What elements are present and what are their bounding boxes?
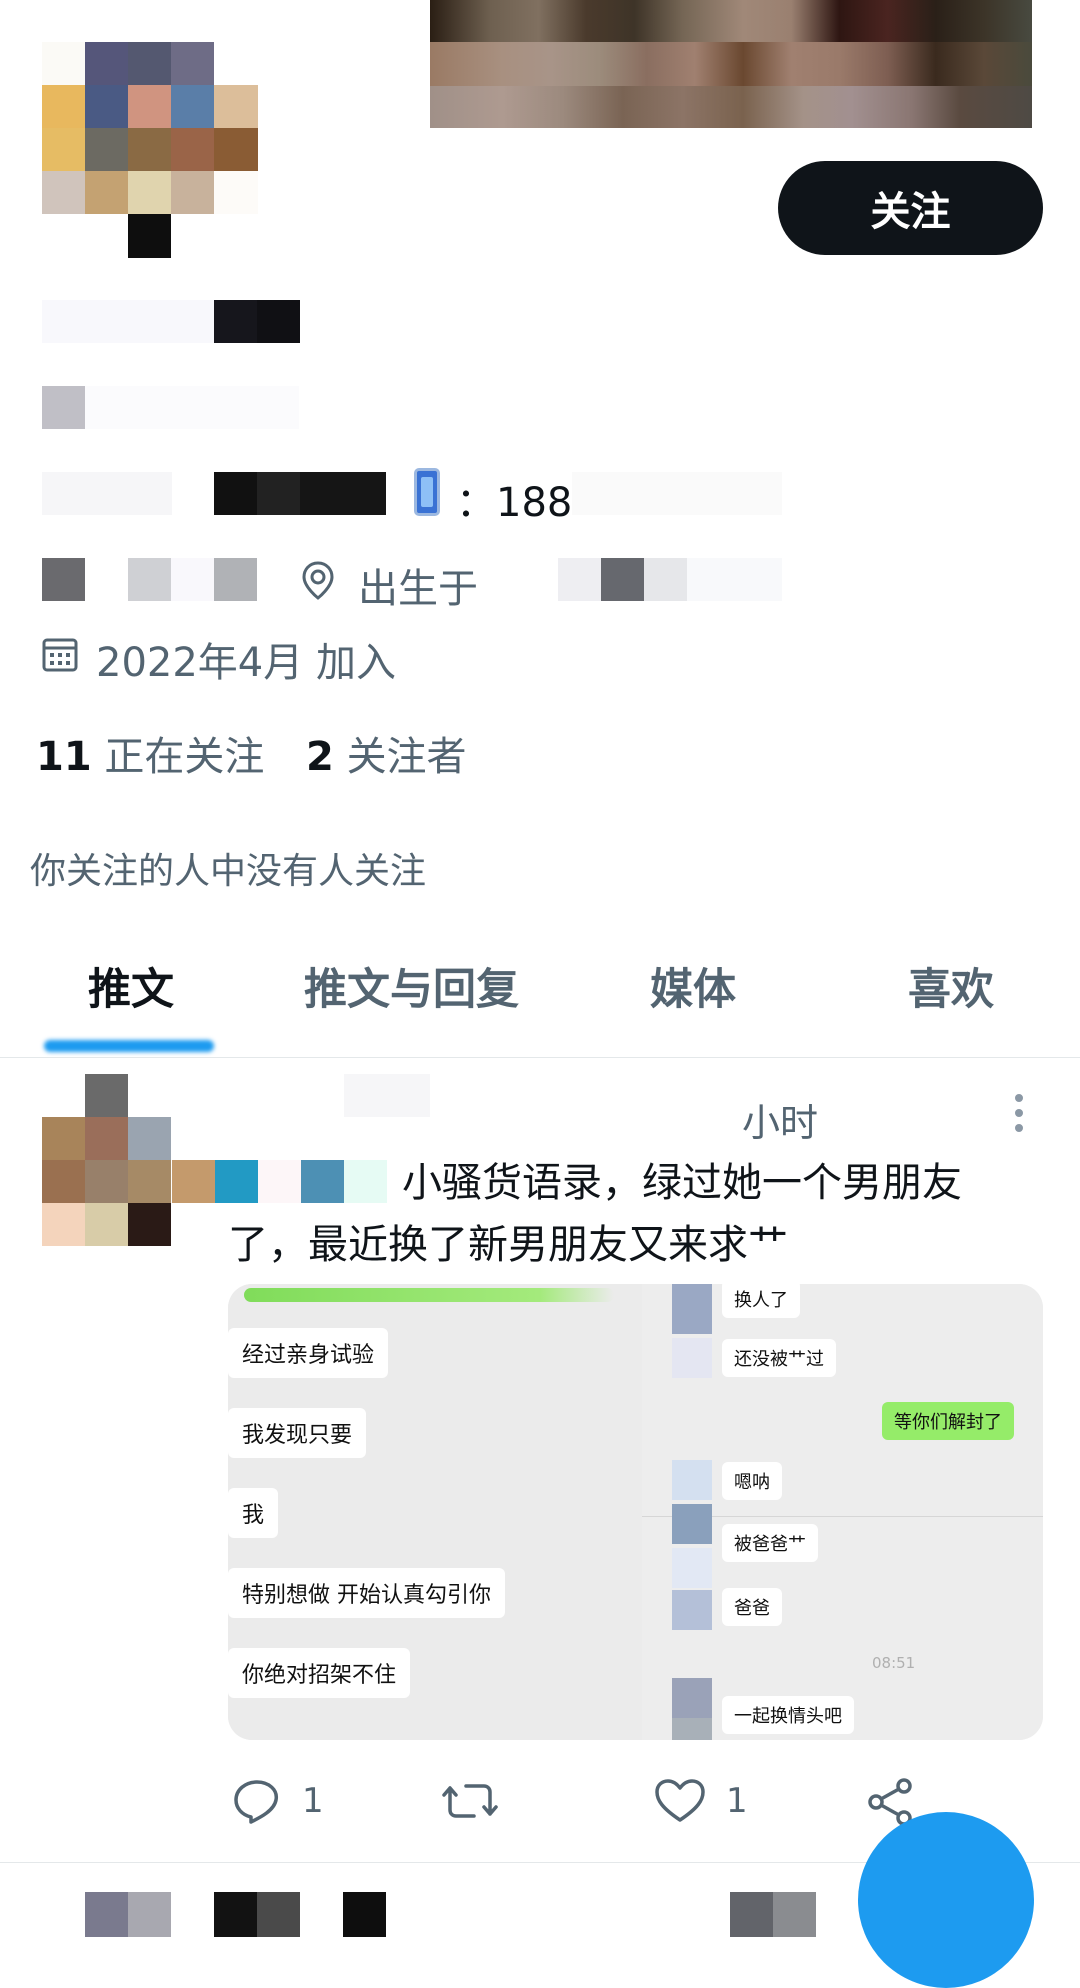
like-button[interactable]: 1 (654, 1778, 748, 1824)
location-icon (302, 561, 334, 600)
retweet-button[interactable] (442, 1778, 498, 1824)
followers-count: 2 (306, 734, 334, 780)
tab-likes[interactable]: 喜欢 (908, 955, 994, 1017)
like-icon (655, 1779, 705, 1822)
like-count: 1 (726, 1781, 748, 1821)
tab-tweets-replies[interactable]: 推文与回复 (304, 955, 519, 1017)
following-count: 11 (36, 734, 92, 780)
tabs-divider (0, 1057, 1080, 1058)
chat-reply-2: 还没被艹过 (722, 1339, 836, 1377)
tweet-time: 小时 (742, 1101, 819, 1145)
chat-reply-6: 一起换情头吧 (722, 1696, 854, 1734)
tweet-image[interactable]: 经过亲身试验 我发现只要 我 特别想做 开始认真勾引你 你绝对招架不住 换人了 … (228, 1284, 1043, 1740)
more-icon[interactable] (1012, 1094, 1026, 1134)
chat-panel-left: 经过亲身试验 我发现只要 我 特别想做 开始认真勾引你 你绝对招架不住 (228, 1284, 642, 1740)
tab-media[interactable]: 媒体 (650, 955, 736, 1017)
mutual-followers-note: 你关注的人中没有人关注 (30, 851, 427, 892)
tweet-text-line1: 小骚货语录，绿过她一个男朋友 (402, 1160, 962, 1206)
tab-active-indicator (44, 1040, 214, 1052)
chat-message-3: 我 (228, 1488, 279, 1538)
tweet-avatar[interactable] (42, 1074, 172, 1246)
retweet-icon (442, 1784, 498, 1818)
tab-tweets[interactable]: 推文 (88, 955, 174, 1017)
chat-reply-5: 爸爸 (722, 1588, 782, 1626)
following-label: 正在关注 (104, 734, 265, 780)
phone-icon (414, 468, 440, 516)
tweet-text-line2: 了，最近换了新男朋友又来求艹 (228, 1222, 788, 1268)
avatar[interactable] (42, 42, 258, 258)
profile-meta-row: 出生于 (42, 558, 782, 612)
chat-message-2: 我发现只要 (228, 1408, 367, 1458)
calendar-icon (42, 638, 78, 672)
reply-icon (234, 1780, 278, 1824)
share-button[interactable] (866, 1778, 916, 1826)
compose-tweet-button[interactable] (858, 1812, 1034, 1988)
chat-reply-3: 嗯呐 (722, 1462, 782, 1500)
chat-message-4: 特别想做 开始认真勾引你 (228, 1568, 505, 1618)
chat-reply-1: 换人了 (722, 1284, 800, 1318)
chat-timestamp: 08:51 (872, 1654, 916, 1672)
born-label: 出生于 (358, 566, 478, 612)
chat-message-5: 你绝对招架不住 (228, 1648, 411, 1698)
reply-count: 1 (302, 1781, 324, 1821)
follow-button[interactable]: 关注 (778, 161, 1043, 255)
chat-reply-4: 被爸爸艹 (722, 1524, 818, 1562)
chat-panel-right: 换人了 还没被艹过 等你们解封了 嗯呐 被爸爸艹 爸爸 08:51 一起换情头吧 (642, 1284, 1043, 1740)
banner-image (430, 0, 1032, 128)
followers-label: 关注者 (346, 734, 467, 780)
phone-number: ：188 (456, 480, 573, 526)
share-icon (868, 1778, 912, 1826)
joined-date: 2022年4月 加入 (96, 640, 396, 686)
bio: ：188 (42, 468, 782, 526)
following-stat[interactable]: 11 正在关注 (36, 724, 264, 782)
chat-message-1: 经过亲身试验 (228, 1328, 389, 1378)
followers-stat[interactable]: 2 关注者 (306, 724, 467, 782)
username-handle (42, 386, 302, 429)
display-name (42, 300, 302, 343)
reply-button[interactable]: 1 (232, 1778, 324, 1824)
chat-sent-message: 等你们解封了 (882, 1402, 1014, 1440)
